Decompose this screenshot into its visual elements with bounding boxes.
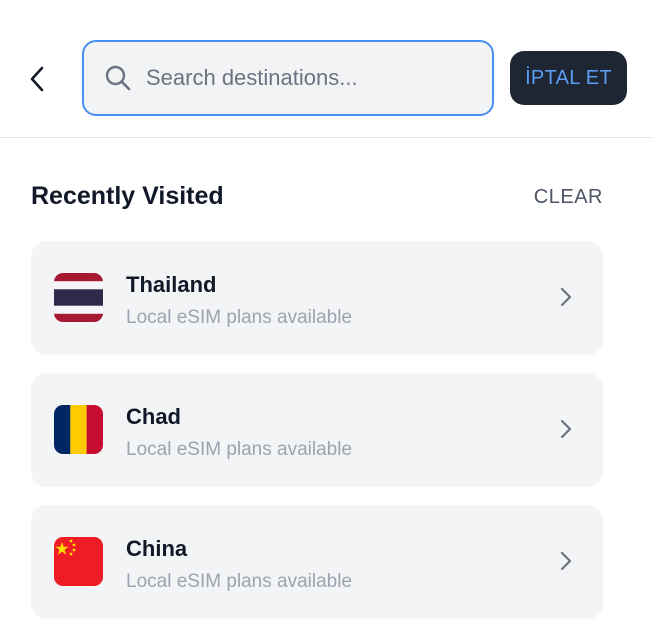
header-bar: İPTAL ET [0,0,653,138]
country-subtitle: Local eSIM plans available [126,307,353,328]
china-flag-icon [54,537,103,586]
cancel-button[interactable]: İPTAL ET [510,51,627,105]
list-item-chad[interactable]: Chad Local eSIM plans available [31,373,603,487]
section-title: Recently Visited [31,182,224,210]
chad-flag-icon [54,405,103,454]
chevron-right-icon [560,287,572,307]
list-item-china[interactable]: China Local eSIM plans available [31,505,603,619]
back-button[interactable] [20,60,54,98]
chevron-right-icon [560,419,572,439]
search-input[interactable] [146,65,476,91]
thailand-flag-icon [54,273,103,322]
country-name: China [126,536,188,561]
search-box[interactable] [82,40,494,116]
cancel-button-label: İPTAL ET [525,66,612,89]
chevron-left-icon [30,66,44,92]
country-name: Thailand [126,272,217,297]
chevron-right-icon [560,551,572,571]
country-subtitle: Local eSIM plans available [126,439,353,460]
list-item-thailand[interactable]: Thailand Local eSIM plans available [31,241,603,355]
search-icon [104,64,132,92]
country-subtitle: Local eSIM plans available [126,571,353,592]
clear-button[interactable]: CLEAR [534,186,603,209]
country-name: Chad [126,404,181,429]
